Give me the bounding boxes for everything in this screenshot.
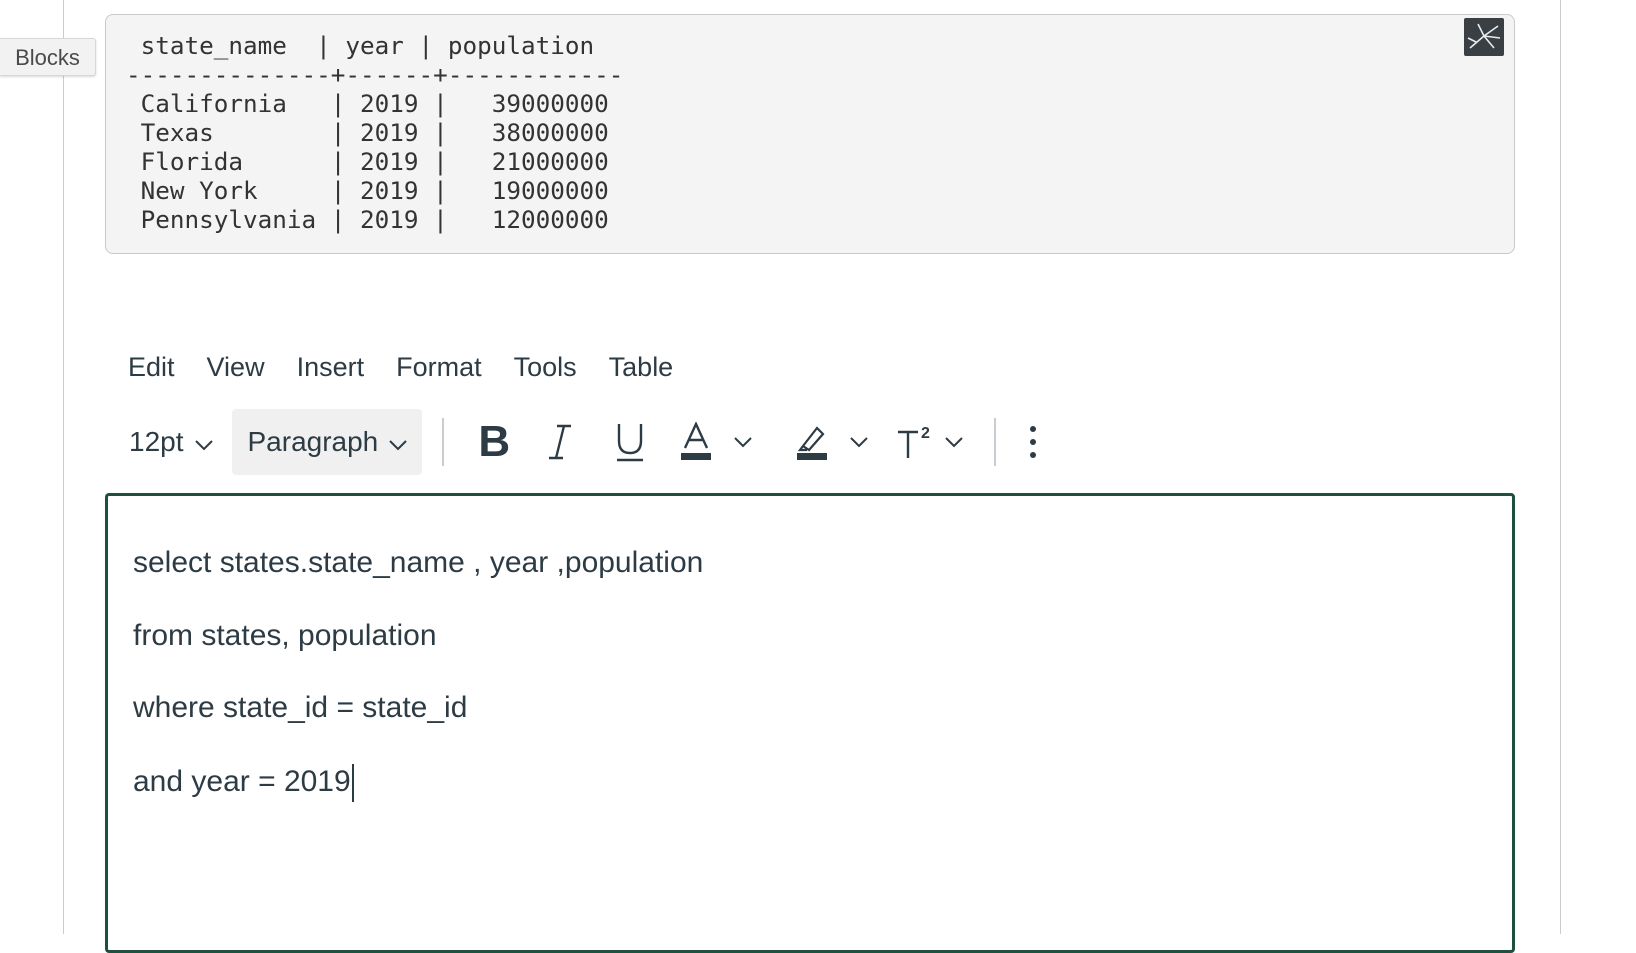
- chevron-down-icon[interactable]: [726, 436, 760, 448]
- query-result-text: state_name | year | population ---------…: [126, 31, 624, 234]
- editor-line: where state_id = state_id: [133, 691, 468, 724]
- svg-text:2: 2: [921, 425, 930, 442]
- editor-content[interactable]: select states.state_name , year ,populat…: [133, 546, 703, 840]
- chevron-down-icon[interactable]: [842, 436, 876, 448]
- italic-icon: [549, 424, 572, 460]
- font-size-value: 12pt: [129, 426, 184, 457]
- editor-line: select states.state_name , year ,populat…: [133, 546, 704, 579]
- rich-text-editor[interactable]: select states.state_name , year ,populat…: [105, 493, 1515, 953]
- block-format-select[interactable]: Paragraph: [231, 409, 423, 475]
- superscript-icon: 2: [884, 422, 944, 462]
- menu-view[interactable]: View: [207, 352, 265, 383]
- embedded-image-icon[interactable]: [1464, 18, 1504, 56]
- underline-button[interactable]: [594, 409, 666, 475]
- block-format-value: Paragraph: [247, 426, 379, 457]
- underline-icon: [617, 424, 644, 462]
- bold-icon: B: [478, 417, 511, 466]
- bold-button[interactable]: B: [462, 409, 526, 475]
- chevron-down-icon: [194, 426, 214, 458]
- toolbar-divider: [442, 418, 445, 466]
- page-right-border: [1560, 0, 1561, 934]
- blocks-tab[interactable]: Blocks: [0, 38, 96, 76]
- more-vertical-icon: [1030, 426, 1037, 458]
- menu-format[interactable]: Format: [396, 352, 482, 383]
- query-result-block: state_name | year | population ---------…: [105, 14, 1515, 254]
- highlighter-icon: [782, 422, 842, 462]
- page-left-border: [63, 0, 64, 934]
- editor-menubar: Edit View Insert Format Tools Table: [128, 345, 705, 389]
- editor-line-last: and year = 2019: [133, 763, 703, 802]
- text-color-icon: [666, 422, 726, 462]
- more-options-button[interactable]: [1018, 409, 1048, 475]
- menu-tools[interactable]: Tools: [514, 352, 577, 383]
- highlight-color-button[interactable]: [782, 409, 876, 475]
- editor-toolbar: 12pt Paragraph B 2: [115, 408, 1048, 476]
- editor-line: and year = 2019: [133, 764, 351, 798]
- menu-edit[interactable]: Edit: [128, 352, 175, 383]
- toolbar-divider: [994, 418, 997, 466]
- menu-table[interactable]: Table: [609, 352, 674, 383]
- menu-insert[interactable]: Insert: [297, 352, 365, 383]
- editor-line: from states, population: [133, 618, 437, 652]
- superscript-button[interactable]: 2: [884, 409, 964, 475]
- blocks-tab-label: Blocks: [15, 45, 80, 70]
- chevron-down-icon: [388, 426, 408, 458]
- italic-button[interactable]: [526, 409, 594, 475]
- font-size-select[interactable]: 12pt: [115, 409, 228, 475]
- text-color-button[interactable]: [666, 409, 760, 475]
- text-cursor: [351, 763, 354, 802]
- chevron-down-icon[interactable]: [944, 436, 964, 448]
